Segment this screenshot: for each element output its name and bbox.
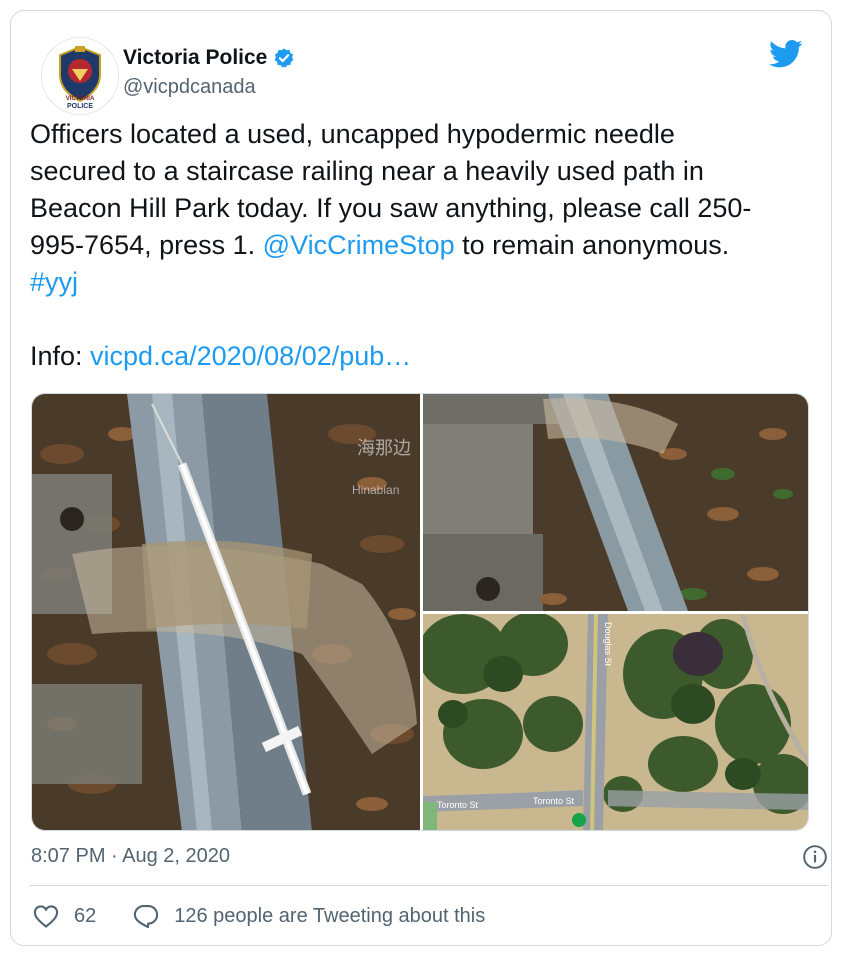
info-icon[interactable] <box>802 844 828 870</box>
info-label: Info: <box>30 341 91 371</box>
logo-text-bottom: POLICE <box>67 103 93 110</box>
tweet-text-body-2: to remain anonymous. <box>454 230 737 260</box>
author-handle[interactable]: @vicpdcanada <box>123 76 295 99</box>
watermark-subtext: Hinabian <box>352 483 399 497</box>
speech-bubble-icon <box>134 905 159 929</box>
like-count: 62 <box>74 904 97 927</box>
twitter-bird-icon[interactable] <box>769 39 803 69</box>
author-block: Victoria Police @vicpdcanada <box>123 46 295 99</box>
avatar[interactable]: VICTORIA POLICE <box>41 37 119 115</box>
photo-needle-closeup[interactable]: 海那边 Hinabian <box>32 394 420 830</box>
info-link[interactable]: vicpd.ca/2020/08/02/pub… <box>90 341 411 371</box>
map-label-toronto-st-1: Toronto St <box>437 800 479 810</box>
divider <box>30 885 828 886</box>
tweeting-about-text: 126 people are Tweeting about this <box>174 904 486 927</box>
tweet-text: Officers located a used, uncapped hypode… <box>30 116 770 375</box>
like-button[interactable]: 62 <box>32 902 96 930</box>
logo-text-top: VICTORIA <box>66 96 95 102</box>
mention-link[interactable]: @VicCrimeStop <box>263 230 455 260</box>
map-label-toronto-st-2: Toronto St <box>533 796 575 806</box>
map-aerial-view[interactable]: Toronto St Toronto St Douglas St <box>423 614 808 830</box>
photo-railing-overview[interactable] <box>423 394 808 611</box>
map-label-douglas-st: Douglas St <box>603 622 613 667</box>
conversation-button[interactable]: 126 people are Tweeting about this <box>132 902 485 930</box>
verified-badge-icon <box>275 48 294 68</box>
media-grid: 海那边 Hinabian Toronto St Toronto St Dougl… <box>31 393 809 831</box>
hashtag-link[interactable]: #yyj <box>30 267 78 297</box>
heart-icon <box>33 905 59 928</box>
tweet-actions: 62 126 people are Tweeting about this <box>32 902 521 930</box>
tweet-timestamp[interactable]: 8:07 PM · Aug 2, 2020 <box>31 845 230 868</box>
police-crest-logo: VICTORIA POLICE <box>59 45 101 110</box>
watermark-text: 海那边 <box>357 438 411 459</box>
author-name[interactable]: Victoria Police <box>123 46 267 70</box>
